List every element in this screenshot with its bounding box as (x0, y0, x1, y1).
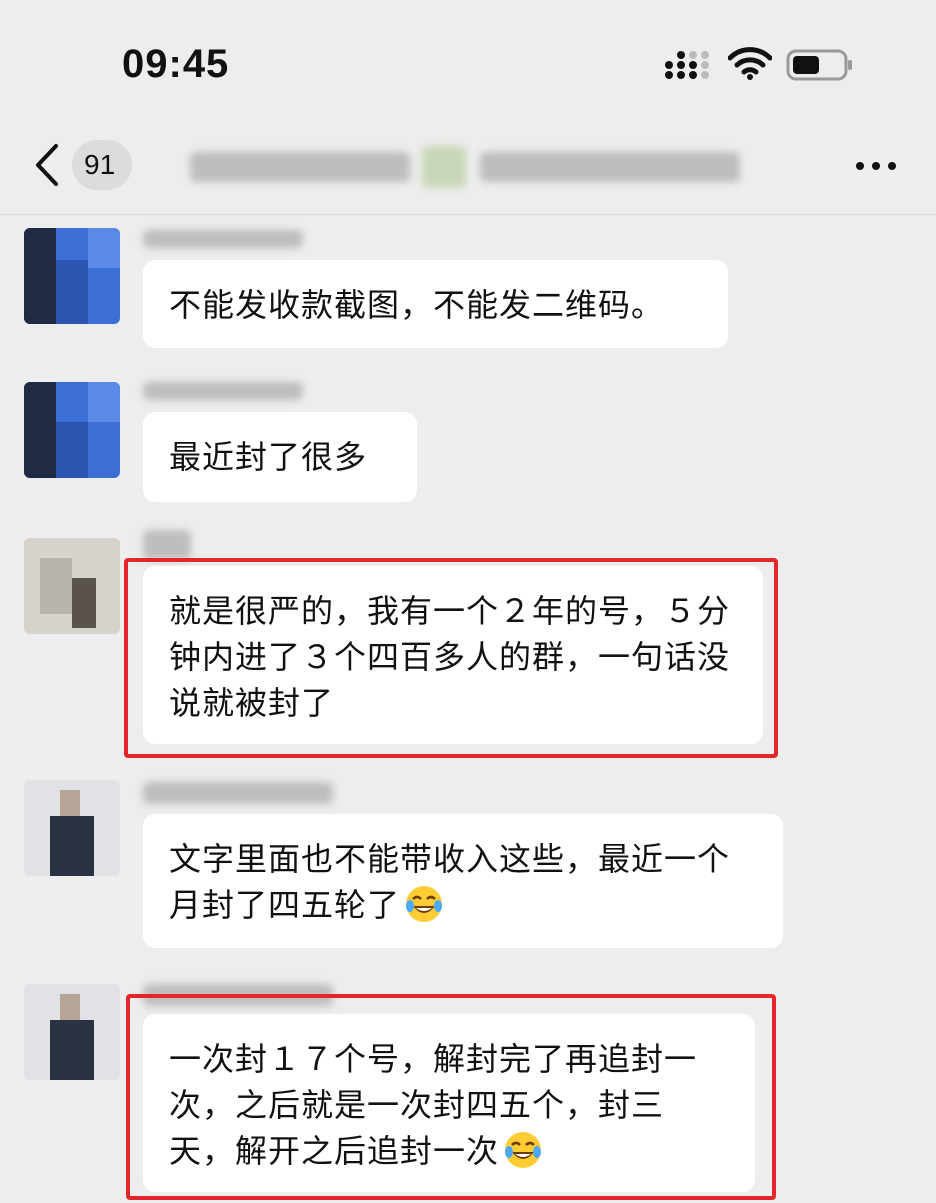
more-options-button[interactable] (852, 148, 900, 182)
chat-title-blurred[interactable] (190, 138, 750, 194)
message-text: 就是很严的，我有一个２年的号，５分钟内进了３个四百多人的群，一句话没说就被封了 (169, 592, 731, 722)
status-time: 09:45 (122, 42, 230, 86)
avatar[interactable] (24, 228, 120, 324)
avatar[interactable] (24, 382, 120, 478)
sender-name-blurred (143, 228, 303, 250)
message-text: 一次封１７个号，解封完了再追封一次，之后就是一次封四五个，封三天，解开之后追封一… (169, 1040, 698, 1170)
unread-count-badge[interactable]: 91 (72, 140, 132, 190)
message-text: 文字里面也不能带收入这些，最近一个月封了四五轮了 (169, 840, 731, 924)
avatar[interactable] (24, 780, 120, 876)
chat-header: 91 (0, 120, 936, 215)
avatar[interactable] (24, 984, 120, 1080)
message-bubble[interactable]: 文字里面也不能带收入这些，最近一个月封了四五轮了 (143, 814, 783, 948)
message-text: 不能发收款截图，不能发二维码。 (169, 286, 665, 324)
status-bar: 09:45 (0, 0, 936, 120)
cellular-signal-icon (665, 51, 709, 79)
avatar[interactable] (24, 538, 120, 634)
message-text: 最近封了很多 (169, 438, 368, 476)
wifi-icon (728, 47, 772, 80)
sender-name-blurred (143, 982, 333, 1006)
tears-of-joy-emoji-icon (505, 1132, 542, 1168)
battery-icon (786, 49, 852, 81)
message-bubble[interactable]: 就是很严的，我有一个２年的号，５分钟内进了３个四百多人的群，一句话没说就被封了 (143, 566, 763, 744)
sender-name-blurred (143, 528, 193, 560)
message-bubble[interactable]: 不能发收款截图，不能发二维码。 (143, 260, 728, 348)
back-chevron-icon[interactable] (30, 142, 64, 188)
message-bubble[interactable]: 最近封了很多 (143, 412, 417, 502)
sender-name-blurred (143, 380, 303, 402)
message-bubble[interactable]: 一次封１７个号，解封完了再追封一次，之后就是一次封四五个，封三天，解开之后追封一… (143, 1014, 755, 1192)
sender-name-blurred (143, 780, 333, 804)
tears-of-joy-emoji-icon (406, 886, 443, 922)
